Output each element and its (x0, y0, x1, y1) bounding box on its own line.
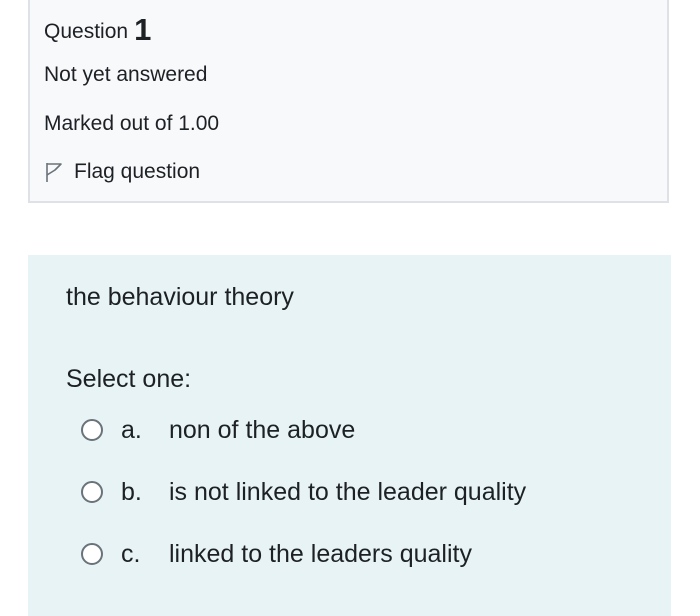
answer-prompt: Select one: (66, 365, 192, 393)
flag-icon (44, 161, 64, 183)
flag-question-label: Flag question (74, 160, 201, 183)
question-number: 1 (134, 12, 152, 47)
option-label-c[interactable]: linked to the leaders quality (169, 540, 472, 569)
option-label-a[interactable]: non of the above (169, 416, 355, 445)
question-number-heading: Question 1 (44, 10, 152, 47)
option-letter-b: b. (121, 477, 142, 506)
radio-button-b[interactable] (81, 481, 103, 503)
answer-option-a[interactable]: a. non of the above (81, 413, 355, 447)
answer-option-c[interactable]: c. linked to the leaders quality (81, 537, 472, 571)
radio-button-a[interactable] (81, 419, 103, 441)
option-letter-a: a. (121, 415, 142, 444)
option-label-b[interactable]: is not linked to the leader quality (169, 478, 526, 507)
question-label: Question (44, 20, 129, 43)
answer-option-b[interactable]: b. is not linked to the leader quality (81, 475, 526, 509)
radio-button-c[interactable] (81, 543, 103, 565)
question-grade: Marked out of 1.00 (44, 112, 220, 135)
flag-question-link[interactable]: Flag question (44, 160, 200, 184)
question-text: the behaviour theory (66, 283, 294, 311)
question-state: Not yet answered (44, 63, 208, 86)
question-content-panel: the behaviour theory Select one: a. non … (28, 255, 671, 616)
option-letter-c: c. (121, 539, 141, 568)
question-info-panel: Question 1 Not yet answered Marked out of… (28, 0, 669, 203)
